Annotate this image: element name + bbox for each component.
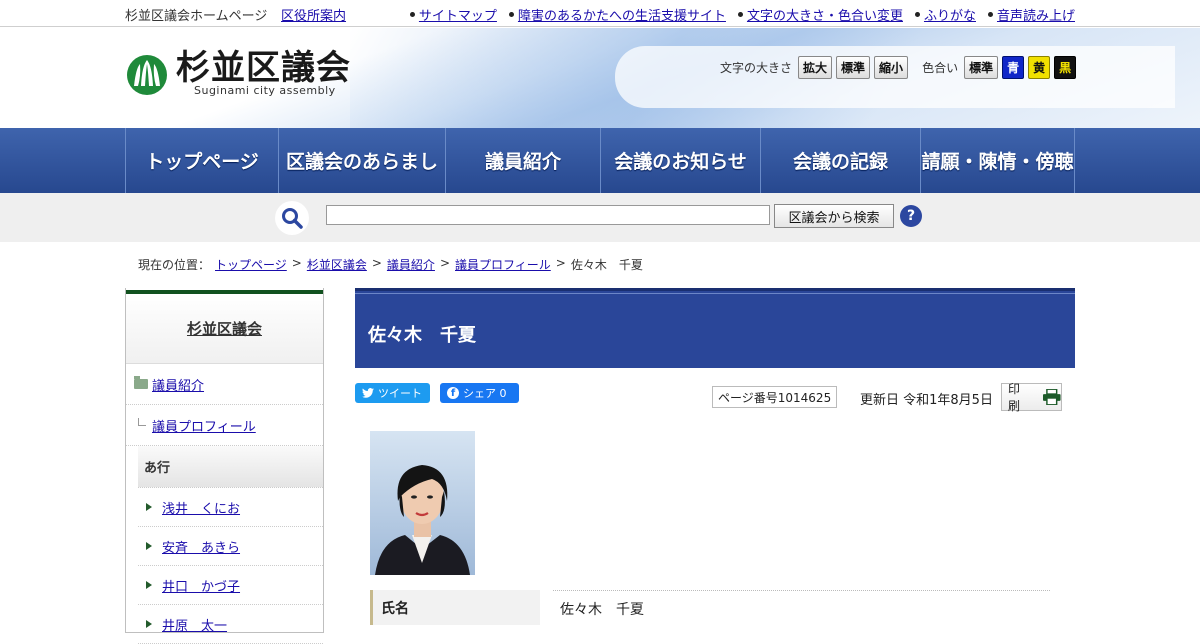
font-shrink-button[interactable]: 縮小 <box>874 56 909 79</box>
tweet-button[interactable]: ツイート <box>355 383 430 403</box>
nav-assembly-overview[interactable]: 区議会のあらまし <box>278 128 445 193</box>
member-link[interactable]: 浅井 くにお <box>162 498 240 517</box>
sidebar-item-label[interactable]: 議員プロフィール <box>152 416 256 435</box>
twitter-bird-icon <box>362 388 374 398</box>
triangle-right-icon <box>146 620 152 628</box>
color-black-button[interactable]: 黒 <box>1054 56 1077 79</box>
font-standard-button[interactable]: 標準 <box>836 56 871 79</box>
display-controls: 文字の大きさ 拡大 標準 縮小 色合い 標準 青 黄 黒 <box>720 56 1077 79</box>
breadcrumb: 現在の位置： トップページ > 杉並区議会 > 議員紹介 > 議員プロフィール … <box>138 256 643 273</box>
bullet-icon <box>737 12 743 17</box>
breadcrumb-top[interactable]: トップページ <box>215 256 287 273</box>
sidebar-item-label[interactable]: 議員紹介 <box>152 375 204 394</box>
sidebar-group-heading: あ行 <box>138 446 323 488</box>
assembly-emblem-icon <box>127 55 167 95</box>
sidebar-member-item[interactable]: 安斉 あきら <box>138 527 323 566</box>
color-standard-button[interactable]: 標準 <box>964 56 999 79</box>
search-help-icon[interactable]: ? <box>900 205 922 227</box>
text-to-speech-link[interactable]: 音声読み上げ <box>997 5 1075 24</box>
bullet-icon <box>914 12 920 17</box>
search-bar: 区議会から検索 ? <box>0 193 1200 242</box>
furigana-link[interactable]: ふりがな <box>924 5 976 24</box>
font-enlarge-button[interactable]: 拡大 <box>798 56 833 79</box>
sidebar: 杉並区議会 議員紹介 議員プロフィール あ行 浅井 くにお 安斉 あきら 井口 … <box>125 288 324 644</box>
sitemap-link[interactable]: サイトマップ <box>419 5 497 24</box>
search-input[interactable] <box>326 205 770 225</box>
member-link[interactable]: 井原 太一 <box>162 615 227 634</box>
utility-bar: 杉並区議会ホームページ 区役所案内 サイトマップ 障害のあるかたへの生活支援サイ… <box>0 0 1200 27</box>
breadcrumb-separator: > <box>439 256 450 270</box>
breadcrumb-members[interactable]: 議員紹介 <box>387 256 435 273</box>
member-link[interactable]: 安斉 あきら <box>162 537 240 556</box>
main-navigation: トップページ 区議会のあらまし 議員紹介 会議のお知らせ 会議の記録 請願・陳情… <box>0 128 1200 193</box>
triangle-right-icon <box>146 503 152 511</box>
sidebar-group-a: あ行 浅井 くにお 安斉 あきら 井口 かづ子 井原 太一 <box>138 446 323 644</box>
color-label: 色合い <box>922 61 959 75</box>
folder-icon <box>134 376 148 389</box>
updated-date: 更新日 令和1年8月5日 <box>860 393 993 408</box>
page-title: 佐々木 千夏 <box>368 325 476 346</box>
member-portrait <box>370 431 475 575</box>
tweet-label: ツイート <box>378 387 422 400</box>
site-name: 杉並区議会ホームページ <box>125 9 268 24</box>
portrait-image <box>370 431 475 575</box>
site-header: 杉並区議会 Suginami city assembly 文字の大きさ 拡大 標… <box>0 28 1200 128</box>
printer-icon <box>1043 389 1061 405</box>
triangle-right-icon <box>146 581 152 589</box>
color-blue-button[interactable]: 青 <box>1002 56 1025 79</box>
share-label: シェア 0 <box>463 387 507 400</box>
facebook-share-button[interactable]: f シェア 0 <box>440 383 519 403</box>
site-logo[interactable]: 杉並区議会 Suginami city assembly <box>126 48 351 97</box>
sidebar-item-member-profile[interactable]: 議員プロフィール <box>126 405 323 446</box>
breadcrumb-member-profile[interactable]: 議員プロフィール <box>455 256 551 273</box>
color-yellow-button[interactable]: 黄 <box>1028 56 1051 79</box>
logo-subtitle: Suginami city assembly <box>194 84 336 97</box>
breadcrumb-separator: > <box>291 256 302 270</box>
search-button[interactable]: 区議会から検索 <box>774 204 894 228</box>
bullet-icon <box>987 12 993 17</box>
page-title-bar: 佐々木 千夏 <box>355 288 1075 368</box>
breadcrumb-label: 現在の位置： <box>138 258 211 272</box>
name-value: 佐々木 千夏 <box>560 602 644 618</box>
office-guide-link[interactable]: 区役所案内 <box>281 5 346 24</box>
print-label: 印刷 <box>1008 382 1021 413</box>
text-color-change-link[interactable]: 文字の大きさ・色合い変更 <box>747 5 903 24</box>
logo-title: 杉並区議会 <box>176 48 351 88</box>
search-icon <box>275 201 309 235</box>
bullet-icon <box>508 12 514 17</box>
nav-petitions[interactable]: 請願・陳情・傍聴 <box>920 128 1075 193</box>
sidebar-item-members[interactable]: 議員紹介 <box>126 364 323 405</box>
sidebar-member-item[interactable]: 井原 太一 <box>138 605 323 644</box>
name-label: 氏名 <box>370 590 540 625</box>
page-number: ページ番号1014625 <box>712 386 838 408</box>
sidebar-title[interactable]: 杉並区議会 <box>126 294 323 364</box>
utility-links: サイトマップ 障害のあるかたへの生活支援サイト 文字の大きさ・色合い変更 ふりが… <box>409 5 1075 24</box>
nav-meeting-records[interactable]: 会議の記録 <box>760 128 920 193</box>
nav-members[interactable]: 議員紹介 <box>445 128 600 193</box>
breadcrumb-separator: > <box>371 256 382 270</box>
bullet-icon <box>409 12 415 17</box>
nav-top-page[interactable]: トップページ <box>125 128 278 193</box>
accessibility-support-link[interactable]: 障害のあるかたへの生活支援サイト <box>518 5 726 24</box>
breadcrumb-current: 佐々木 千夏 <box>570 258 643 272</box>
sidebar-member-item[interactable]: 浅井 くにお <box>138 488 323 527</box>
triangle-right-icon <box>146 542 152 550</box>
member-link[interactable]: 井口 かづ子 <box>162 576 240 595</box>
breadcrumb-assembly[interactable]: 杉並区議会 <box>307 256 367 273</box>
print-button[interactable]: 印刷 <box>1001 382 1062 413</box>
nav-meeting-notices[interactable]: 会議のお知らせ <box>600 128 760 193</box>
table-divider <box>553 590 1050 591</box>
sidebar-member-item[interactable]: 井口 かづ子 <box>138 566 323 605</box>
breadcrumb-separator: > <box>555 256 566 270</box>
font-size-label: 文字の大きさ <box>720 61 793 75</box>
facebook-icon: f <box>447 387 459 399</box>
tree-branch-icon <box>138 418 146 426</box>
